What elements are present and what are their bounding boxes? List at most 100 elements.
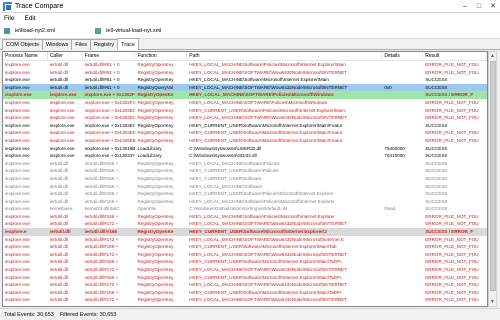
column-header-caller[interactable]: Caller bbox=[48, 52, 83, 60]
cell-result: SUCCESS bbox=[425, 183, 448, 189]
table-row[interactable]: iexplore.exe iertutil.dll iertutil.dll!#16… bbox=[3, 167, 487, 175]
tab-files[interactable]: Files bbox=[71, 39, 91, 50]
table-row[interactable]: iexplore.exe iertutil.dll iertutil.dll!#16… bbox=[3, 198, 487, 206]
table-row[interactable]: iexplore.exe iertutil.dll iertutil.dll!#17… bbox=[3, 296, 487, 304]
cell-path: HKEY_LOCAL_MACHINE\Software\Policies\Mic… bbox=[189, 213, 335, 219]
tab-com-objects[interactable]: COM Objects bbox=[2, 39, 44, 50]
table-row[interactable]: iexplore.exe iexplore.exe iexplore.exe + 0… bbox=[3, 99, 487, 107]
cell-function: RegistryOpenKey bbox=[137, 183, 174, 189]
cell-caller: iexplore.exe bbox=[49, 122, 75, 128]
cell-process: iexplore.exe bbox=[5, 145, 30, 151]
minimize-button[interactable]: – bbox=[458, 0, 472, 13]
cell-details bbox=[382, 220, 423, 228]
cell-process: iexplore.exe bbox=[5, 122, 30, 128]
cell-path: HKEY_LOCAL_MACHINE\SOFTWARE\Wow6432Node\… bbox=[189, 297, 347, 303]
cell-result: ERROR_FILE_NOT_FOU bbox=[425, 274, 479, 280]
cell-process: iexplore.exe bbox=[5, 130, 30, 136]
cell-frame: iertutil.dll!#166 + bbox=[84, 175, 119, 181]
scroll-up-arrow-icon[interactable]: ▲ bbox=[489, 52, 496, 60]
table-row[interactable]: iexplore.exe iertutil.dll iertutil.dll!#16… bbox=[3, 289, 487, 297]
table-row[interactable]: iexplore.exe iertutil.dll iertutil.dll!#16… bbox=[3, 243, 487, 251]
table-row[interactable]: iexplore.exe iexplore.exe iexplore.exe + 0… bbox=[3, 129, 487, 137]
close-button[interactable]: ✕ bbox=[486, 0, 500, 13]
column-header-details[interactable]: Details bbox=[382, 52, 424, 60]
cell-frame: iexplore.exe + 0x1302EC3 bbox=[84, 107, 136, 113]
cell-function: RegistryOpenKey bbox=[137, 130, 174, 136]
tab-registry[interactable]: Registry bbox=[89, 39, 119, 50]
table-row[interactable]: iexplore.exe iertutil.dll iertutil.dll!#61… bbox=[3, 76, 487, 84]
cell-path: HKEY_LOCAL_MACHINE\SOFTWARE\Policies\Mic… bbox=[189, 99, 328, 105]
column-header-result[interactable]: Result bbox=[423, 52, 487, 60]
cell-process: iexplore.exe bbox=[5, 77, 30, 83]
cell-details bbox=[382, 190, 423, 198]
table-row[interactable]: iexplore.exe iertutil.dll iertutil.dll!#16… bbox=[3, 175, 487, 183]
cell-caller: iertutil.dll bbox=[49, 236, 68, 242]
scroll-down-arrow-icon[interactable]: ▼ bbox=[489, 298, 496, 306]
cell-result: SUCCESS bbox=[425, 168, 448, 174]
menu-file[interactable]: File bbox=[4, 15, 14, 22]
table-row[interactable]: iexplore.exe iertutil.dll iertutil.dll!#16… bbox=[3, 274, 487, 282]
table-row[interactable]: iexplore.exe iexplore.exe iexplore.exe + 0… bbox=[3, 91, 487, 99]
cell-function: RegistryOpenKey bbox=[137, 213, 174, 219]
table-row[interactable]: iexplore.exe iertutil.dll iertutil.dll!#16… bbox=[3, 190, 487, 198]
table-row[interactable]: iexplore.exe iertutil.dll iertutil.dll!#17… bbox=[3, 281, 487, 289]
table-row[interactable]: iexplore.exe iertutil.dll iertutil.dll!#16… bbox=[3, 183, 487, 191]
cell-caller: iertutil.dll bbox=[49, 251, 68, 257]
table-row[interactable]: iexplore.exe iexplore.exe iexplore.exe + 0… bbox=[3, 107, 487, 115]
trace-grid[interactable]: Process Name Caller Frame Function Path … bbox=[2, 51, 488, 307]
table-row[interactable]: iexplore.exe iexplore.exe iexplore.exe + 0… bbox=[3, 145, 487, 153]
table-row[interactable]: iexplore.exe iertutil.dll iertutil.dll!#17… bbox=[3, 236, 487, 244]
table-row[interactable]: iexplore.exe iertutil.dll iertutil.dll!#61… bbox=[3, 83, 487, 92]
table-row[interactable]: iexplore.exe iertutil.dll iertutil.dll!#61… bbox=[3, 61, 487, 69]
table-row[interactable]: iexplore.exe iertutil.dll iertutil.dll!#17… bbox=[3, 266, 487, 274]
cell-path: HKEY_CURRENT_USER\Software\Policies\Micr… bbox=[189, 107, 345, 113]
table-row[interactable]: iexplore.exe iexplore.exe iexplore.exe + 0… bbox=[3, 114, 487, 122]
cell-frame: iertutil.dll!#166 + bbox=[84, 274, 119, 280]
cell-function: RegistryOpenKey bbox=[137, 282, 174, 288]
cell-frame: iexplore.exe + 0x1303376 bbox=[84, 153, 136, 159]
table-row[interactable]: iexplore.exe kernelbase. kernel32.dll!SetC… bbox=[3, 205, 487, 213]
cell-frame: iertutil.dll!#172 + bbox=[84, 297, 119, 303]
column-header-function[interactable]: Function bbox=[135, 52, 188, 60]
cell-details bbox=[382, 281, 423, 289]
table-row[interactable]: iexplore.exe iertutil.dll iertutil.dll!#17… bbox=[3, 220, 487, 228]
cell-caller: iertutil.dll bbox=[49, 69, 68, 75]
cell-path: C:\Windows\Globalization\Sorting\sortdef… bbox=[189, 206, 288, 212]
table-row[interactable]: iexplore.exe iertutil.dll iertutil.dll!#16… bbox=[3, 160, 487, 168]
cell-caller: iertutil.dll bbox=[49, 297, 68, 303]
cell-path: HKEY_LOCAL_MACHINE\Software\Policies bbox=[189, 160, 280, 166]
cell-caller: iertutil.dll bbox=[49, 289, 68, 295]
column-header-frame[interactable]: Frame bbox=[83, 52, 136, 60]
cell-path: HKEY_LOCAL_MACHINE\SOFTWARE\Wow6432Node\… bbox=[189, 115, 347, 121]
table-row[interactable]: iexplore.exe iertutil.dll iertutil.dll!#16… bbox=[3, 213, 487, 221]
menu-edit[interactable]: Edit bbox=[24, 15, 35, 22]
table-row[interactable]: iexplore.exe iexplore.exe iexplore.exe + 0… bbox=[3, 152, 487, 160]
column-header-process[interactable]: Process Name bbox=[3, 52, 48, 60]
cell-path: HKEY_CURRENT_USER\Software\Microsoft\Int… bbox=[189, 259, 342, 265]
cell-result: ERROR_FILE_NOT_FOU bbox=[425, 221, 479, 227]
table-row[interactable]: iexplore.exe iertutil.dll iertutil.dll!#16… bbox=[3, 258, 487, 266]
vertical-scrollbar[interactable]: ▲ ▼ bbox=[488, 51, 497, 307]
cell-path: HKEY_CURRENT_USER\Software\Policies bbox=[189, 168, 279, 174]
cell-details: 75450000 bbox=[384, 145, 405, 151]
scrollbar-thumb[interactable] bbox=[490, 61, 496, 291]
maximize-button[interactable]: □ bbox=[472, 0, 486, 13]
table-row[interactable]: iexplore.exe iexplore.exe iexplore.exe + 0… bbox=[3, 122, 487, 130]
table-row[interactable]: iexplore.exe iertutil.dll iertutil.dll!#17… bbox=[3, 251, 487, 259]
table-row[interactable]: iexplore.e iertutil.dll iertutil.dll!#166 R… bbox=[3, 228, 487, 236]
cell-result: ERROR_FILE_NOT_FOU bbox=[425, 251, 479, 257]
tab-windows[interactable]: Windows bbox=[42, 39, 73, 50]
cell-process: iexplore.exe bbox=[5, 92, 32, 98]
file-name: ie9load-nyt2.xml bbox=[15, 28, 56, 34]
cell-function: RegistryOpenKe bbox=[137, 229, 174, 235]
tab-trace[interactable]: Trace bbox=[117, 38, 139, 50]
cell-details bbox=[382, 236, 423, 244]
table-row[interactable]: iexplore.exe iertutil.dll iertutil.dll!#61… bbox=[3, 69, 487, 77]
cell-result: SUCCESS / ERROR_F bbox=[425, 229, 474, 235]
cell-frame: iertutil.dll!#166 + bbox=[84, 213, 119, 219]
table-row[interactable]: iexplore.exe iexplore.exe iexplore.exe + 0… bbox=[3, 137, 487, 145]
column-header-path[interactable]: Path bbox=[187, 52, 383, 60]
cell-details bbox=[382, 175, 423, 183]
cell-path: HKEY_LOCAL_MACHINE\SOFTWARE\Wow6432Node\… bbox=[189, 221, 347, 227]
cell-details bbox=[382, 258, 423, 266]
